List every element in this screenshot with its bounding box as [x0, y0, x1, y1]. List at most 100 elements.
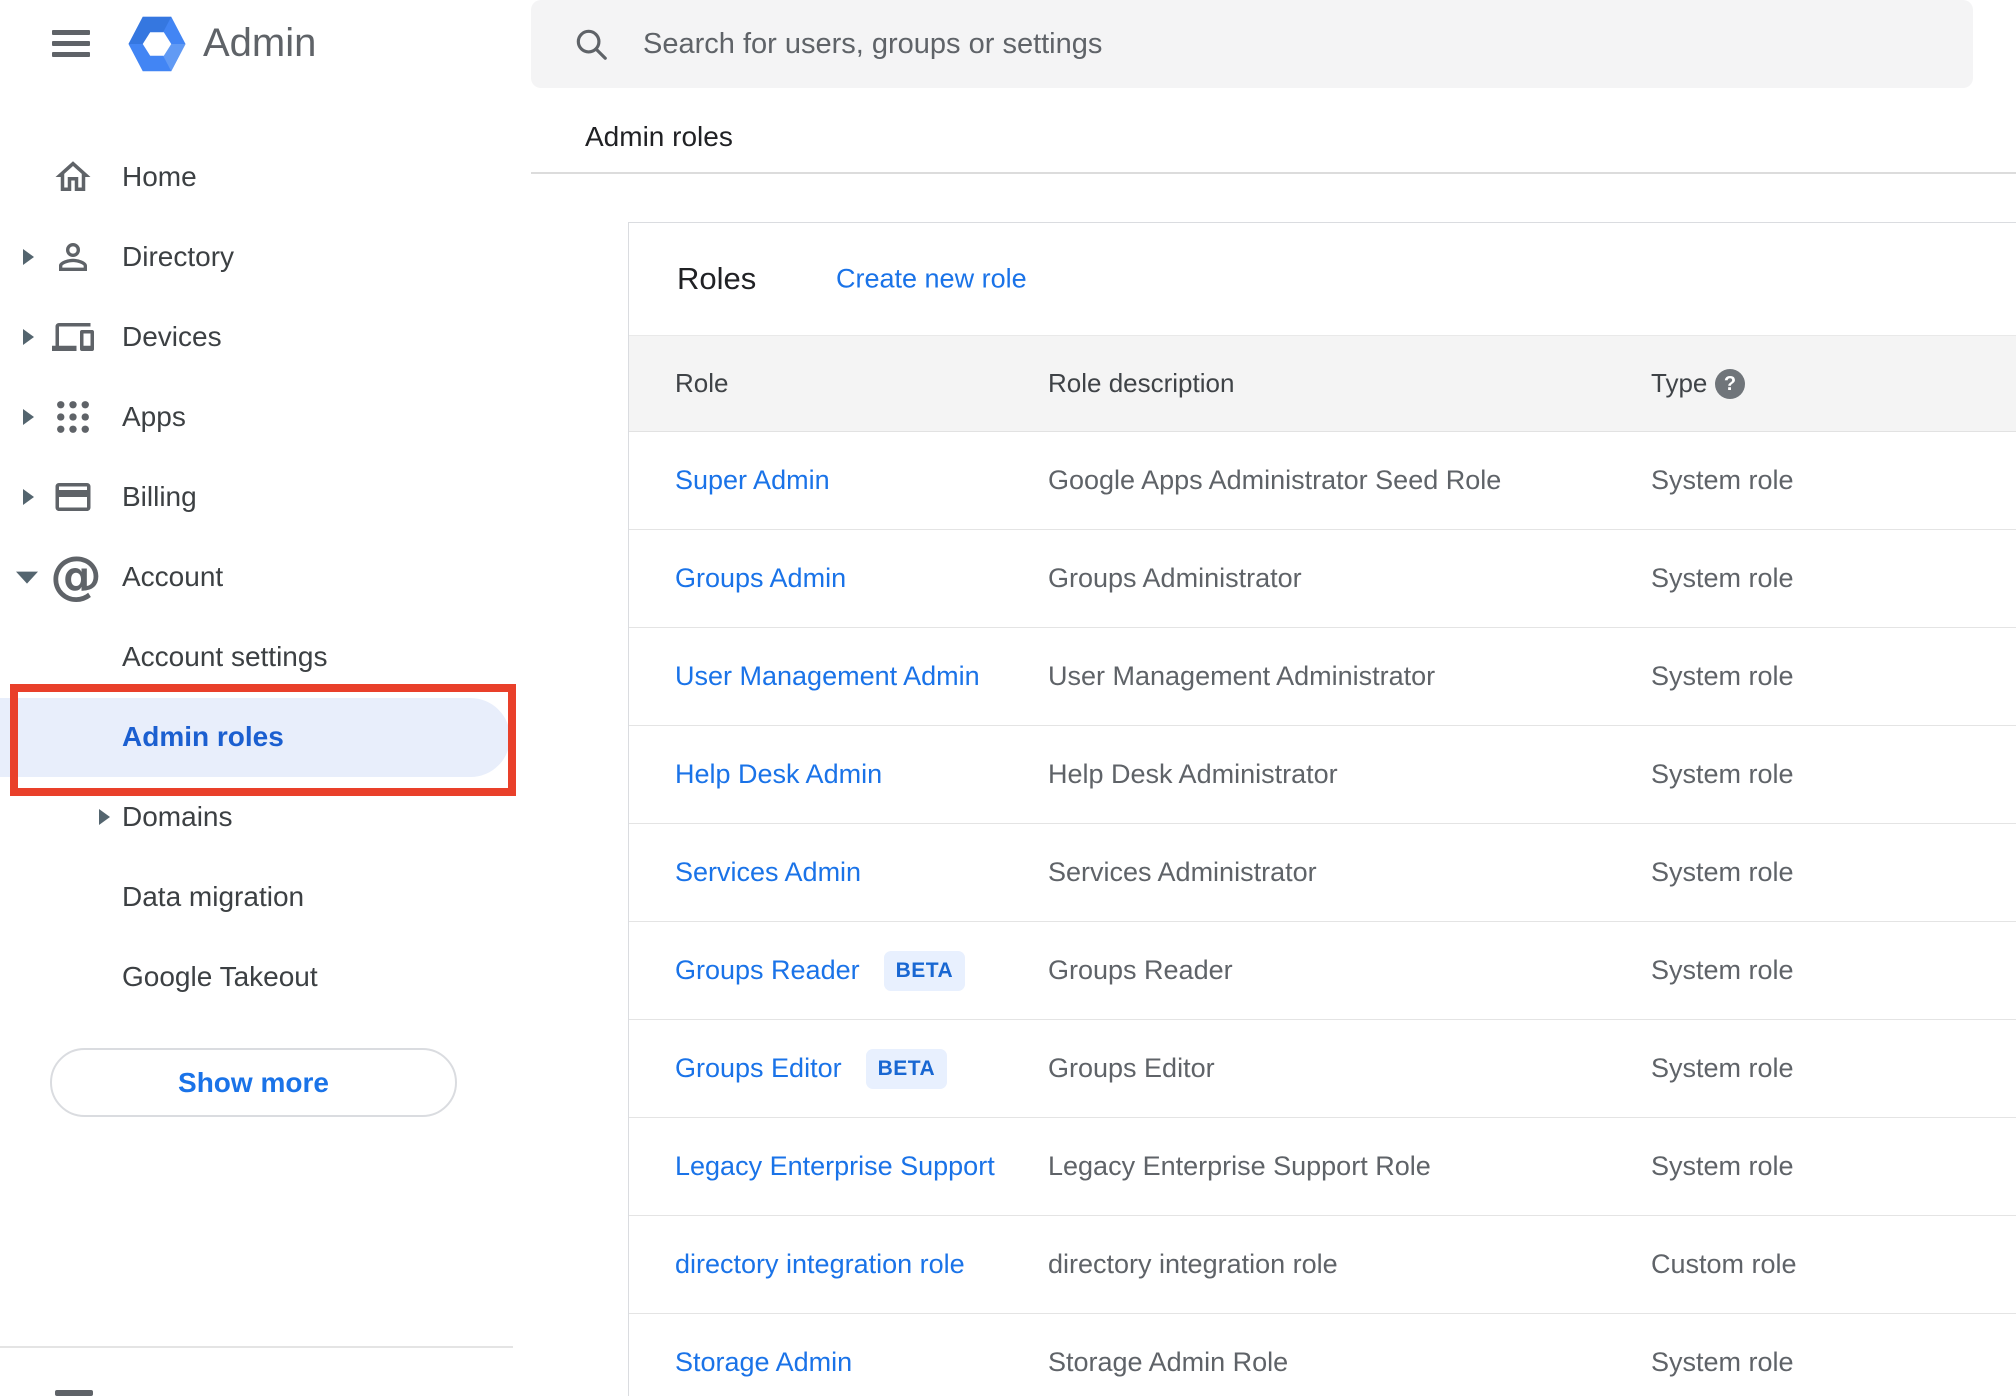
- role-description: Help Desk Administrator: [1048, 759, 1338, 789]
- role-description: Legacy Enterprise Support Role: [1048, 1151, 1431, 1181]
- sidebar-item-label: Devices: [122, 321, 222, 352]
- role-link[interactable]: User Management Admin: [675, 661, 980, 692]
- sidebar-item-apps[interactable]: Apps: [0, 377, 531, 457]
- role-description: Groups Reader: [1048, 955, 1233, 985]
- sidebar-item-label: Billing: [122, 481, 197, 512]
- role-link[interactable]: Groups Editor: [675, 1053, 842, 1084]
- app-title: Admin: [203, 21, 317, 65]
- role-type: System role: [1651, 1151, 1794, 1181]
- sidebar-item-home[interactable]: Home: [0, 137, 531, 217]
- sidebar-item-account[interactable]: @ Account: [0, 537, 531, 617]
- role-description: Storage Admin Role: [1048, 1347, 1289, 1377]
- table-row: Legacy Enterprise Support Legacy Enterpr…: [629, 1118, 2016, 1216]
- sidebar-divider: [0, 1346, 513, 1348]
- role-type: System role: [1651, 1347, 1794, 1377]
- role-link[interactable]: Super Admin: [675, 465, 830, 496]
- role-description: Services Administrator: [1048, 857, 1317, 887]
- sidebar-item-account-settings[interactable]: Account settings: [0, 617, 531, 697]
- role-type: System role: [1651, 759, 1794, 789]
- sidebar-item-billing[interactable]: Billing: [0, 457, 531, 537]
- role-cell: Groups Admin: [675, 530, 846, 627]
- role-link[interactable]: Legacy Enterprise Support: [675, 1151, 995, 1182]
- sidebar-item-label: Apps: [122, 401, 186, 432]
- table-row: Groups Editor BETA Groups Editor System …: [629, 1020, 2016, 1118]
- role-cell: Groups Reader BETA: [675, 922, 966, 1019]
- sidebar-item-admin-roles[interactable]: Admin roles: [0, 697, 531, 777]
- role-link[interactable]: Services Admin: [675, 857, 861, 888]
- help-icon[interactable]: ?: [1715, 369, 1745, 399]
- role-type: System role: [1651, 563, 1794, 593]
- role-description: directory integration role: [1048, 1249, 1338, 1279]
- chevron-down-icon: [16, 571, 38, 584]
- role-description: Groups Editor: [1048, 1053, 1215, 1083]
- at-sign-icon: @: [50, 545, 102, 606]
- role-cell: User Management Admin: [675, 628, 980, 725]
- column-header-type: Type: [1651, 368, 1708, 398]
- table-row: Services Admin Services Administrator Sy…: [629, 824, 2016, 922]
- role-description: Google Apps Administrator Seed Role: [1048, 465, 1502, 495]
- column-header-role: Role: [675, 368, 729, 398]
- devices-icon: [52, 323, 94, 351]
- sidebar-item-google-takeout[interactable]: Google Takeout: [0, 937, 531, 1017]
- roles-table-body: Super Admin Google Apps Administrator Se…: [629, 432, 2016, 1396]
- table-row: directory integration role directory int…: [629, 1216, 2016, 1314]
- role-description: Groups Administrator: [1048, 563, 1302, 593]
- person-icon: [59, 243, 87, 271]
- sidebar-item-data-migration[interactable]: Data migration: [0, 857, 531, 937]
- role-type: Custom role: [1651, 1249, 1797, 1279]
- home-icon: [55, 161, 91, 191]
- role-link[interactable]: directory integration role: [675, 1249, 965, 1280]
- apps-grid-icon: [57, 401, 89, 433]
- sidebar-item-domains[interactable]: Domains: [0, 777, 531, 857]
- role-cell: Super Admin: [675, 432, 830, 529]
- role-type: System role: [1651, 955, 1794, 985]
- table-row: Help Desk Admin Help Desk Administrator …: [629, 726, 2016, 824]
- role-link[interactable]: Help Desk Admin: [675, 759, 882, 790]
- table-row: User Management Admin User Management Ad…: [629, 628, 2016, 726]
- table-row: Groups Admin Groups Administrator System…: [629, 530, 2016, 628]
- table-row: Storage Admin Storage Admin Role System …: [629, 1314, 2016, 1396]
- breadcrumb[interactable]: Admin roles: [585, 121, 733, 153]
- search-icon: [576, 29, 607, 60]
- role-type: System role: [1651, 857, 1794, 887]
- create-new-role-link[interactable]: Create new role: [836, 264, 1027, 295]
- sidebar-item-label: Home: [122, 161, 197, 192]
- chevron-right-icon: [23, 329, 34, 345]
- card-header: Roles Create new role: [629, 223, 2016, 335]
- role-cell: Storage Admin: [675, 1314, 852, 1396]
- role-type: System role: [1651, 1053, 1794, 1083]
- sidebar-item-label: Account settings: [122, 641, 328, 672]
- sidebar-item-label: Google Takeout: [122, 961, 318, 992]
- role-cell: Groups Editor BETA: [675, 1020, 948, 1117]
- sidebar-item-devices[interactable]: Devices: [0, 297, 531, 377]
- role-description: User Management Administrator: [1048, 661, 1436, 691]
- role-cell: Legacy Enterprise Support: [675, 1118, 995, 1215]
- chevron-right-icon: [23, 249, 34, 265]
- table-row: Super Admin Google Apps Administrator Se…: [629, 432, 2016, 530]
- role-link[interactable]: Storage Admin: [675, 1347, 852, 1378]
- hamburger-menu-icon[interactable]: [52, 30, 90, 57]
- search-input[interactable]: [643, 0, 1933, 88]
- chevron-right-icon: [23, 489, 34, 505]
- table-row: Groups Reader BETA Groups Reader System …: [629, 922, 2016, 1020]
- sidebar-item-label: Data migration: [122, 881, 305, 912]
- show-more-button[interactable]: Show more: [50, 1048, 457, 1117]
- roles-card: Roles Create new role Role Role descript…: [628, 222, 2016, 1396]
- clipped-sidebar-icon: [55, 1390, 93, 1396]
- credit-card-icon: [55, 483, 91, 511]
- role-link[interactable]: Groups Admin: [675, 563, 846, 594]
- sidebar-item-label: Account: [122, 561, 224, 592]
- role-type: System role: [1651, 465, 1794, 495]
- role-link[interactable]: Groups Reader: [675, 955, 860, 986]
- beta-badge: BETA: [865, 1048, 948, 1089]
- sidebar-item-directory[interactable]: Directory: [0, 217, 531, 297]
- sidebar: Admin Home Directory Devices Apps Billin…: [0, 0, 531, 1396]
- sidebar-item-label: Admin roles: [122, 721, 284, 752]
- role-type: System role: [1651, 661, 1794, 691]
- role-cell: Help Desk Admin: [675, 726, 882, 823]
- role-cell: directory integration role: [675, 1216, 965, 1313]
- column-header-role-description: Role description: [1048, 368, 1235, 398]
- sidebar-item-label: Directory: [122, 241, 235, 272]
- beta-badge: BETA: [883, 950, 966, 991]
- search-bar: [531, 0, 1973, 88]
